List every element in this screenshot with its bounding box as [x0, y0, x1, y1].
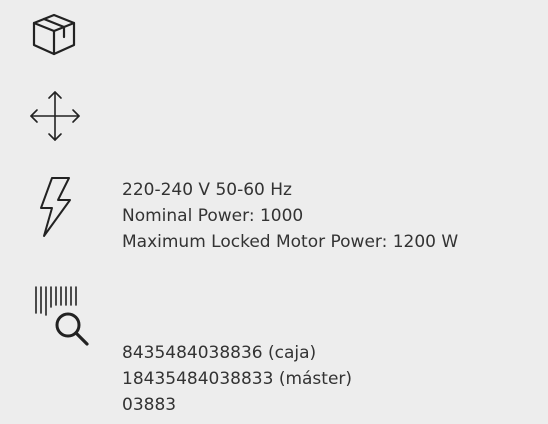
voltage-text: 220-240 V 50-60 Hz — [122, 180, 292, 200]
box-icon — [30, 10, 78, 58]
lightning-icon — [38, 176, 74, 238]
reference-code-text: 03883 — [122, 395, 177, 415]
barcode-specs: 8435484038836 (caja) 18435484038833 (más… — [122, 340, 352, 418]
max-locked-power-text: Maximum Locked Motor Power: 1200 W — [122, 232, 459, 252]
master-barcode-text: 18435484038833 (máster) — [122, 369, 353, 389]
box-barcode-text: 8435484038836 (caja) — [122, 343, 317, 363]
nominal-power-text: Nominal Power: 1000 — [122, 206, 304, 226]
barcode-search-icon — [33, 283, 99, 349]
product-specs-panel: 220-240 V 50-60 Hz Nominal Power: 1000 M… — [0, 0, 548, 424]
power-specs: 220-240 V 50-60 Hz Nominal Power: 1000 M… — [122, 177, 458, 255]
move-arrows-icon — [28, 89, 82, 143]
